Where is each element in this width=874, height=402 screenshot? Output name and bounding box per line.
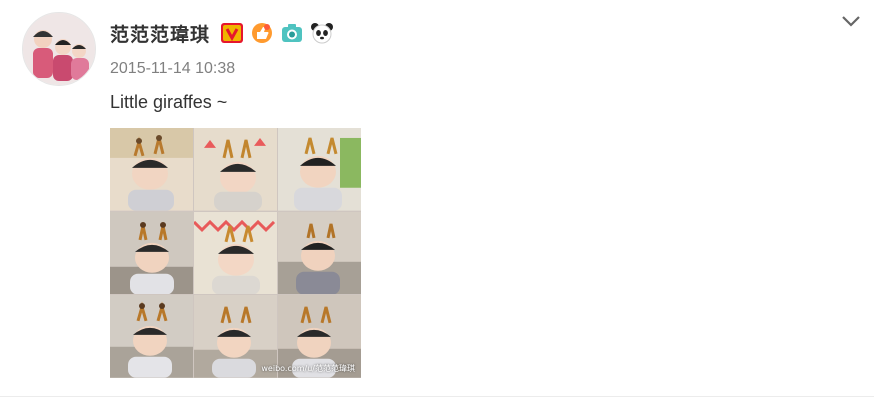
collage-tile [194,128,277,211]
post-timestamp[interactable]: 2015-11-14 10:38 [110,60,235,78]
username[interactable]: 范范范瑋琪 [110,20,210,47]
collage-tile [110,211,193,295]
more-options-chevron-icon[interactable] [838,8,864,34]
collage-tile [194,211,277,295]
verified-v-icon[interactable] [220,21,244,45]
panda-badge-icon[interactable] [310,21,334,45]
camera-badge-icon[interactable] [280,21,304,45]
collage-tile [278,211,361,295]
collage-tile [110,295,193,378]
photo-collage [110,128,361,378]
post-photo[interactable]: weibo.com/u/范范范瑋琪 [110,128,361,378]
avatar[interactable] [22,12,96,86]
post-text: Little giraffes ~ [110,92,228,112]
photo-watermark: weibo.com/u/范范范瑋琪 [261,364,355,373]
post-header: 范范范瑋琪 [110,19,334,47]
thumbs-up-badge-icon[interactable] [250,21,274,45]
collage-tile [278,128,361,211]
divider [0,396,874,397]
collage-tile [110,128,193,211]
